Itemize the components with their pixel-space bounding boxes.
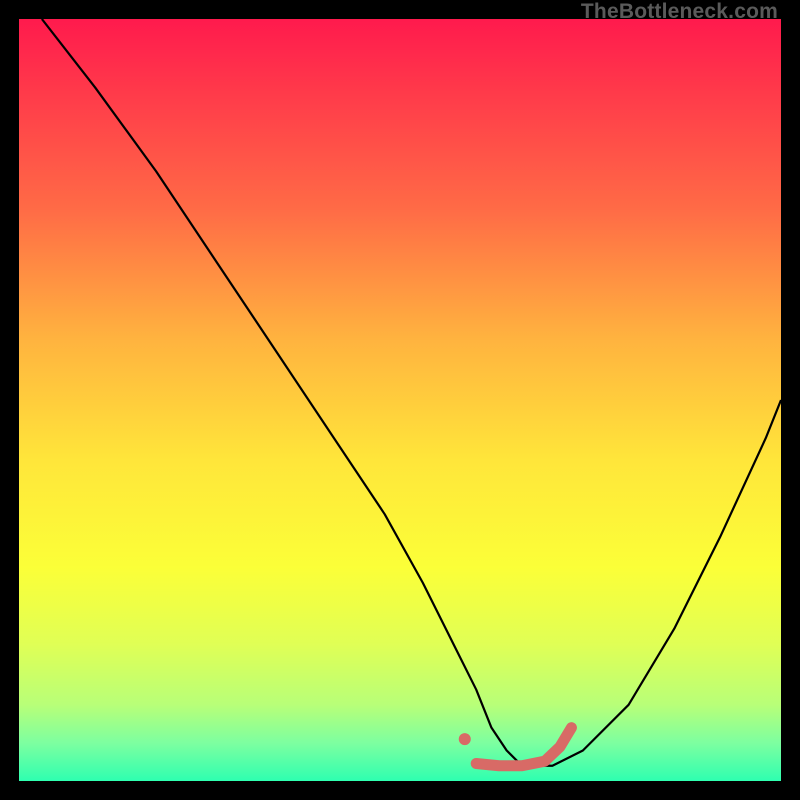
optimal-zone-dot (459, 733, 471, 745)
plot-area (19, 19, 781, 781)
chart-container: TheBottleneck.com (0, 0, 800, 800)
gradient-background (19, 19, 781, 781)
chart-svg (19, 19, 781, 781)
watermark-text: TheBottleneck.com (581, 0, 778, 24)
